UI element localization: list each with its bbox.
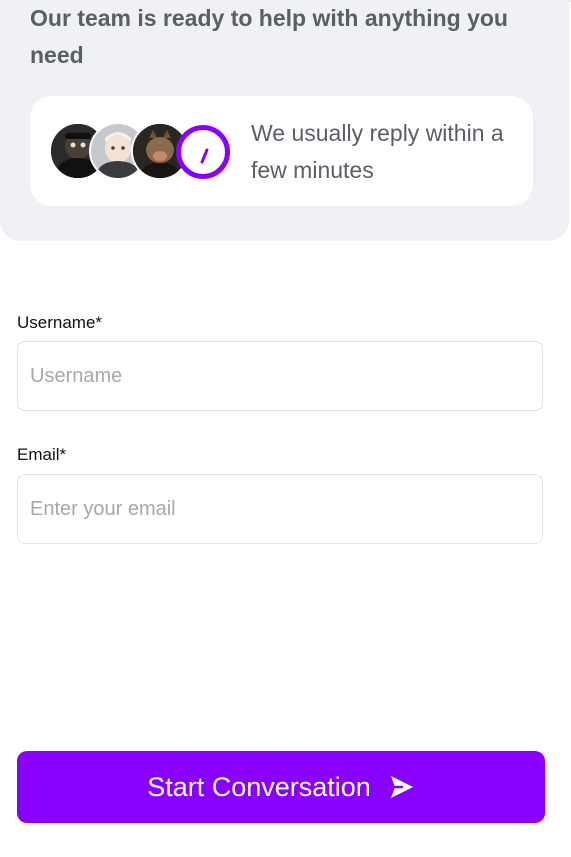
intro-panel: Our team is ready to help with anything … (0, 0, 569, 241)
reply-time-text: We usually reply within a few minutes (251, 120, 504, 183)
email-label: Email* (17, 445, 67, 464)
username-input[interactable] (17, 341, 543, 411)
clock-hand (200, 148, 209, 164)
email-input[interactable] (17, 474, 543, 544)
reply-time-card: We usually reply within a few minutes (30, 96, 533, 206)
start-conversation-label: Start Conversation (147, 771, 371, 802)
intro-tagline: Our team is ready to help with anything … (30, 5, 508, 68)
username-label: Username* (17, 313, 103, 332)
team-avatars (49, 122, 230, 180)
start-conversation-button[interactable]: Start Conversation (17, 751, 545, 823)
send-icon (389, 774, 415, 800)
clock-icon (176, 125, 230, 179)
